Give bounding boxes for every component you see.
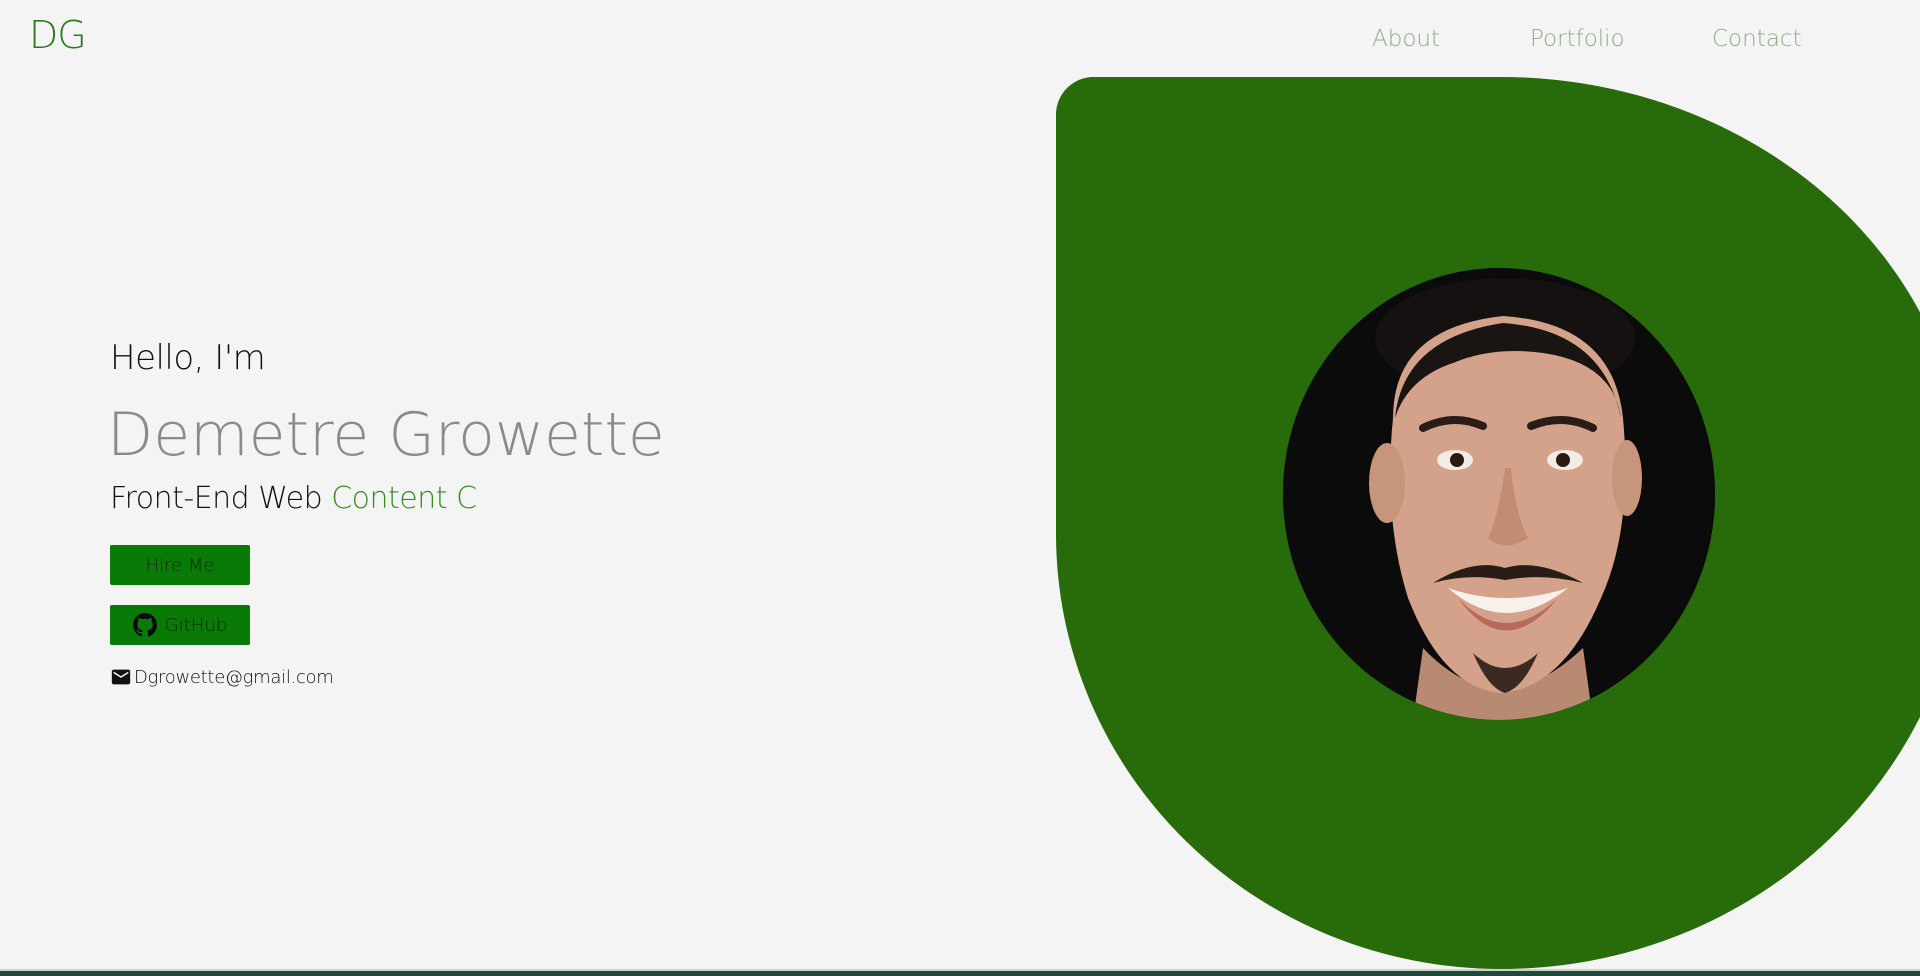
email-contact[interactable]: Dgrowette@gmail.com [110, 666, 334, 688]
nav-contact-link[interactable]: Contact [1712, 24, 1801, 54]
github-button-label: GitHub [164, 614, 228, 636]
role-subtitle: Front-End Web Content C [110, 481, 477, 516]
github-icon [132, 613, 157, 637]
main-nav: About Portfolio Contact [1372, 24, 1801, 54]
nav-portfolio-link[interactable]: Portfolio [1530, 24, 1712, 54]
page: DG About Portfolio Contact Hello, I'm De… [0, 0, 1920, 976]
role-prefix: Front-End Web [110, 481, 323, 516]
email-address: Dgrowette@gmail.com [134, 666, 334, 688]
page-title: Demetre Growette [107, 400, 665, 470]
github-button[interactable]: GitHub [110, 605, 250, 645]
profile-photo [1283, 268, 1715, 720]
nav-about-link[interactable]: About [1372, 24, 1530, 54]
role-accent: Content C [331, 481, 477, 516]
bottom-bar [0, 971, 1920, 976]
site-logo[interactable]: DG [29, 16, 87, 54]
hire-me-button[interactable]: Hire Me [110, 545, 250, 585]
greeting-text: Hello, I'm [110, 338, 266, 378]
mail-icon [110, 666, 132, 688]
